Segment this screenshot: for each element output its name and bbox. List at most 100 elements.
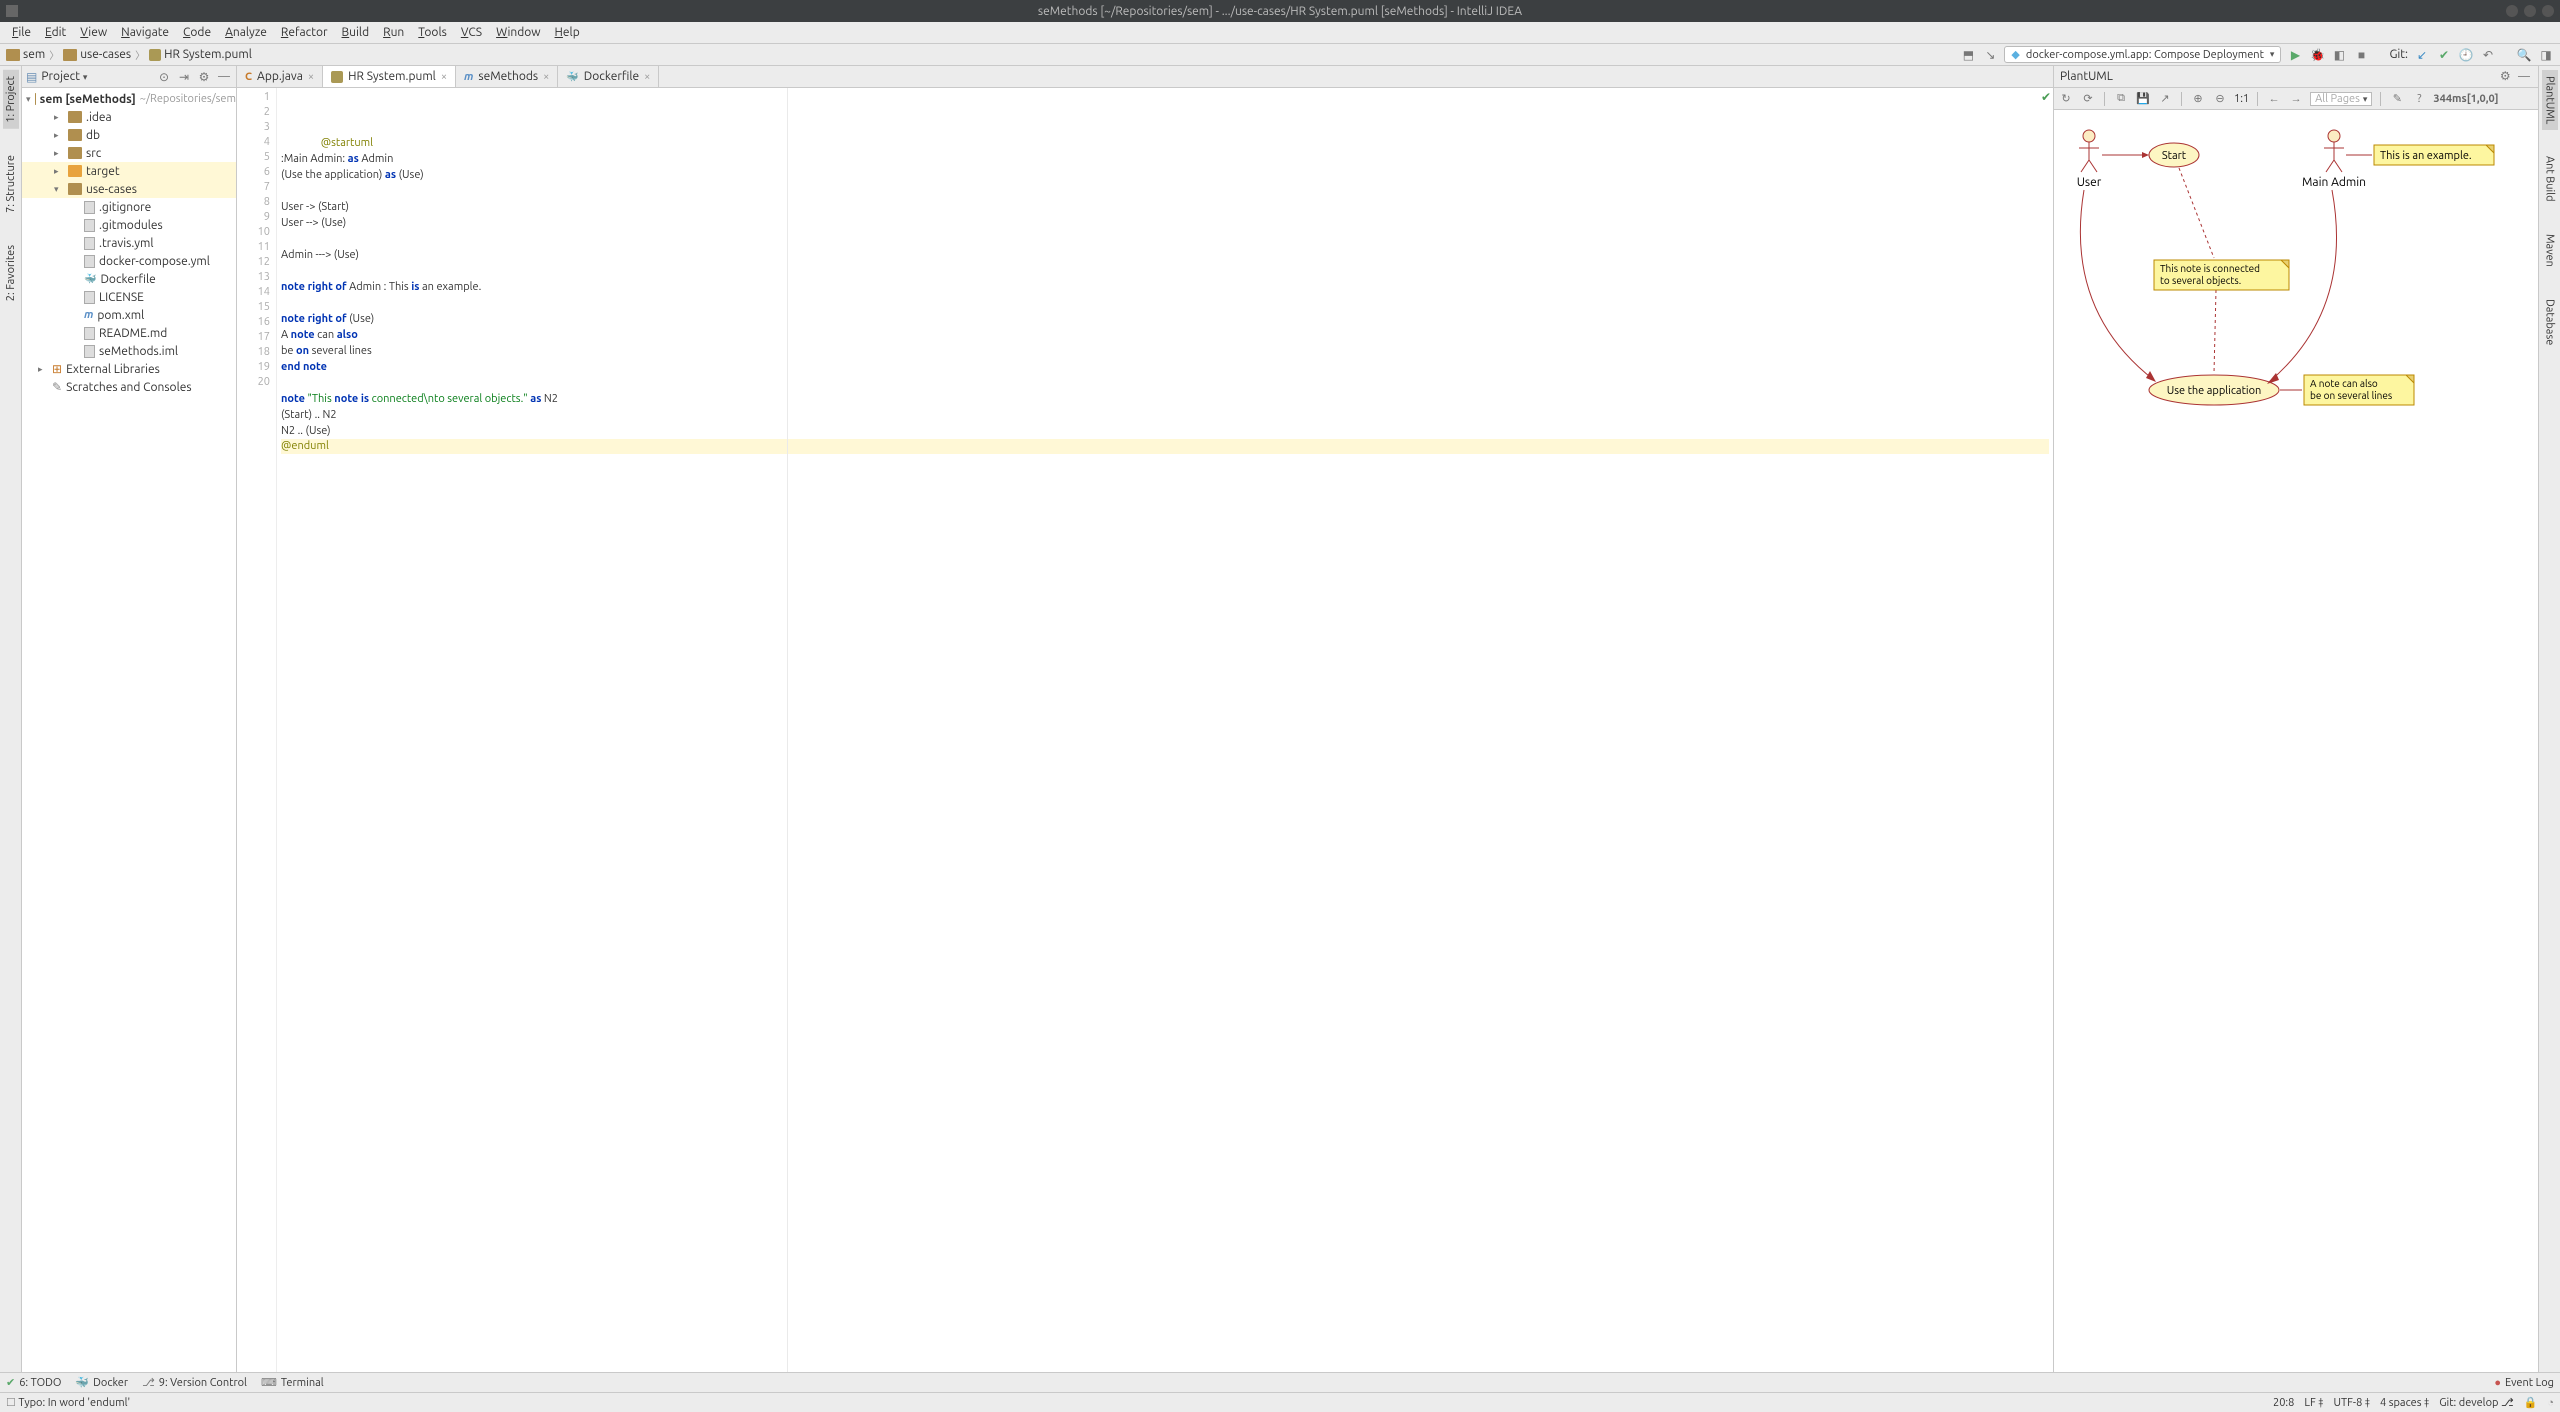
readonly-lock-icon[interactable]: 🔒 (2524, 1396, 2538, 1409)
tree-item-src[interactable]: ▸ src (22, 144, 236, 162)
memory-indicator-icon[interactable]: ◔ (2547, 1397, 2554, 1409)
vcs-revert-button[interactable]: ↶ (2480, 47, 2496, 63)
code-line-12[interactable]: note right of (Use) (281, 313, 374, 325)
tree-item-semethods-iml[interactable]: seMethods.iml (22, 342, 236, 360)
file-encoding[interactable]: UTF-8 ‡ (2333, 1397, 2370, 1409)
vcs-commit-button[interactable]: ✔ (2436, 47, 2452, 63)
event-log-button[interactable]: ● Event Log (2494, 1377, 2554, 1389)
code-editor[interactable]: ✔ @startuml :Main Admin: as Admin (Use t… (277, 88, 2053, 1372)
code-line-1[interactable]: @startuml (321, 137, 373, 149)
menu-file[interactable]: File (6, 24, 37, 41)
select-run-config-arrow[interactable]: ↘ (1982, 47, 1998, 63)
tree-item-target[interactable]: ▸ target (22, 162, 236, 180)
plantuml-next-page-icon[interactable]: → (2288, 91, 2304, 107)
plantuml-zoom-in-icon[interactable]: ⊕ (2190, 91, 2206, 107)
plantuml-wand-icon[interactable]: ✎ (2389, 91, 2405, 107)
tree-item-pom-xml[interactable]: m pom.xml (22, 306, 236, 324)
stop-button[interactable]: ■ (2353, 47, 2369, 63)
code-line-8[interactable]: Admin ---> (Use) (281, 249, 359, 261)
code-line-3[interactable]: (Use the application) as (Use) (281, 169, 424, 181)
line-separator[interactable]: LF ‡ (2304, 1397, 2323, 1409)
menu-navigate[interactable]: Navigate (115, 24, 175, 41)
close-button[interactable] (2542, 5, 2554, 17)
breadcrumb-use-cases[interactable]: use-cases (63, 48, 131, 61)
plantuml-zoom-out-icon[interactable]: ⊖ (2212, 91, 2228, 107)
editor-tab-semethods[interactable]: mseMethods× (456, 66, 558, 87)
project-view-selector[interactable]: Project (41, 70, 87, 83)
code-line-10[interactable]: note right of Admin : This is an example… (281, 281, 481, 293)
menu-run[interactable]: Run (377, 24, 410, 41)
tool-window-1-project[interactable]: 1: Project (3, 70, 19, 129)
plantuml-pages-selector[interactable]: All Pages (2310, 92, 2372, 106)
tool-window-7-structure[interactable]: 7: Structure (3, 149, 19, 219)
breadcrumb-sem[interactable]: sem (6, 48, 45, 61)
project-tree[interactable]: ▾ sem [seMethods] ~/Repositories/sem▸ .i… (22, 88, 236, 1372)
menu-analyze[interactable]: Analyze (219, 24, 273, 41)
debug-button[interactable]: 🐞 (2309, 47, 2325, 63)
tool-window-plantuml[interactable]: PlantUML (2542, 70, 2558, 130)
tree-item-dockerfile[interactable]: 🐳 Dockerfile (22, 270, 236, 288)
git-branch[interactable]: Git: develop ⎇ (2439, 1396, 2513, 1409)
collapse-all-button[interactable]: ⇥ (176, 69, 192, 85)
tree-item--gitignore[interactable]: .gitignore (22, 198, 236, 216)
close-tab-icon[interactable]: × (543, 71, 549, 83)
editor-tab-dockerfile[interactable]: 🐳Dockerfile× (558, 66, 659, 87)
plantuml-settings-icon[interactable]: ⚙ (2497, 68, 2513, 84)
menu-window[interactable]: Window (490, 24, 546, 41)
code-line-2[interactable]: :Main Admin: as Admin (281, 153, 393, 165)
menu-code[interactable]: Code (177, 24, 217, 41)
menu-help[interactable]: Help (549, 24, 586, 41)
plantuml-export-icon[interactable]: ↗ (2157, 91, 2173, 107)
menu-tools[interactable]: Tools (412, 24, 453, 41)
close-tab-icon[interactable]: × (644, 71, 650, 83)
tool-window-database[interactable]: Database (2542, 293, 2558, 351)
vcs-history-button[interactable]: 🕘 (2458, 47, 2474, 63)
code-line-15[interactable]: end note (281, 361, 327, 373)
tool-window-ant-build[interactable]: Ant Build (2542, 150, 2558, 208)
close-tab-icon[interactable]: × (441, 71, 447, 83)
search-everywhere-button[interactable]: 🔍 (2516, 47, 2532, 63)
tree-item-license[interactable]: LICENSE (22, 288, 236, 306)
inspection-ok-icon[interactable]: ✔ (2041, 90, 2051, 105)
plantuml-reload-icon[interactable]: ⟳ (2080, 91, 2096, 107)
code-line-5[interactable]: User -> (Start) (281, 201, 349, 213)
menu-view[interactable]: View (74, 24, 113, 41)
code-line-13[interactable]: A note can also (281, 329, 358, 341)
maximize-button[interactable] (2524, 5, 2536, 17)
menu-refactor[interactable]: Refactor (275, 24, 334, 41)
plantuml-zoom-level[interactable]: 1:1 (2234, 93, 2249, 105)
run-configuration-selector[interactable]: ◆ docker-compose.yml.app: Compose Deploy… (2004, 46, 2281, 63)
tree-item-db[interactable]: ▸ db (22, 126, 236, 144)
tree-item-docker-compose-yml[interactable]: docker-compose.yml (22, 252, 236, 270)
tree-root[interactable]: ▾ sem [seMethods] ~/Repositories/sem (22, 90, 236, 108)
plantuml-help-icon[interactable]: ? (2411, 91, 2427, 107)
hide-panel-button[interactable]: — (216, 69, 232, 85)
tree-item--gitmodules[interactable]: .gitmodules (22, 216, 236, 234)
tree-item-readme-md[interactable]: README.md (22, 324, 236, 342)
ide-settings-button[interactable]: ◨ (2538, 47, 2554, 63)
tool-window-6-todo[interactable]: ✔6: TODO (6, 1376, 61, 1389)
plantuml-copy-icon[interactable]: ⧉ (2113, 91, 2129, 107)
code-line-17[interactable]: note "This note is connected\nto several… (281, 393, 558, 405)
tree-item--idea[interactable]: ▸ .idea (22, 108, 236, 126)
coverage-button[interactable]: ◧ (2331, 47, 2347, 63)
code-line-6[interactable]: User --> (Use) (281, 217, 346, 229)
plantuml-save-icon[interactable]: 💾 (2135, 91, 2151, 107)
build-project-button[interactable]: ⬒ (1960, 47, 1976, 63)
scroll-from-source-button[interactable]: ⊙ (156, 69, 172, 85)
minimize-button[interactable] (2506, 5, 2518, 17)
tree-item-scratches-and-consoles[interactable]: ✎ Scratches and Consoles (22, 378, 236, 396)
code-line-14[interactable]: be on several lines (281, 345, 372, 357)
close-tab-icon[interactable]: × (308, 71, 314, 83)
vcs-update-button[interactable]: ↙ (2414, 47, 2430, 63)
menu-vcs[interactable]: VCS (455, 24, 488, 41)
plantuml-prev-page-icon[interactable]: ← (2266, 91, 2282, 107)
plantuml-hide-button[interactable]: — (2516, 69, 2532, 85)
plantuml-refresh-icon[interactable]: ↻ (2058, 91, 2074, 107)
tree-item-use-cases[interactable]: ▾ use-cases (22, 180, 236, 198)
tree-item-external-libraries[interactable]: ▸⊞ External Libraries (22, 360, 236, 378)
indent-settings[interactable]: 4 spaces ‡ (2380, 1397, 2429, 1409)
menu-edit[interactable]: Edit (39, 24, 72, 41)
editor-tab-app-java[interactable]: CApp.java× (237, 66, 323, 87)
tool-window-9-version-control[interactable]: ⎇9: Version Control (142, 1376, 247, 1389)
